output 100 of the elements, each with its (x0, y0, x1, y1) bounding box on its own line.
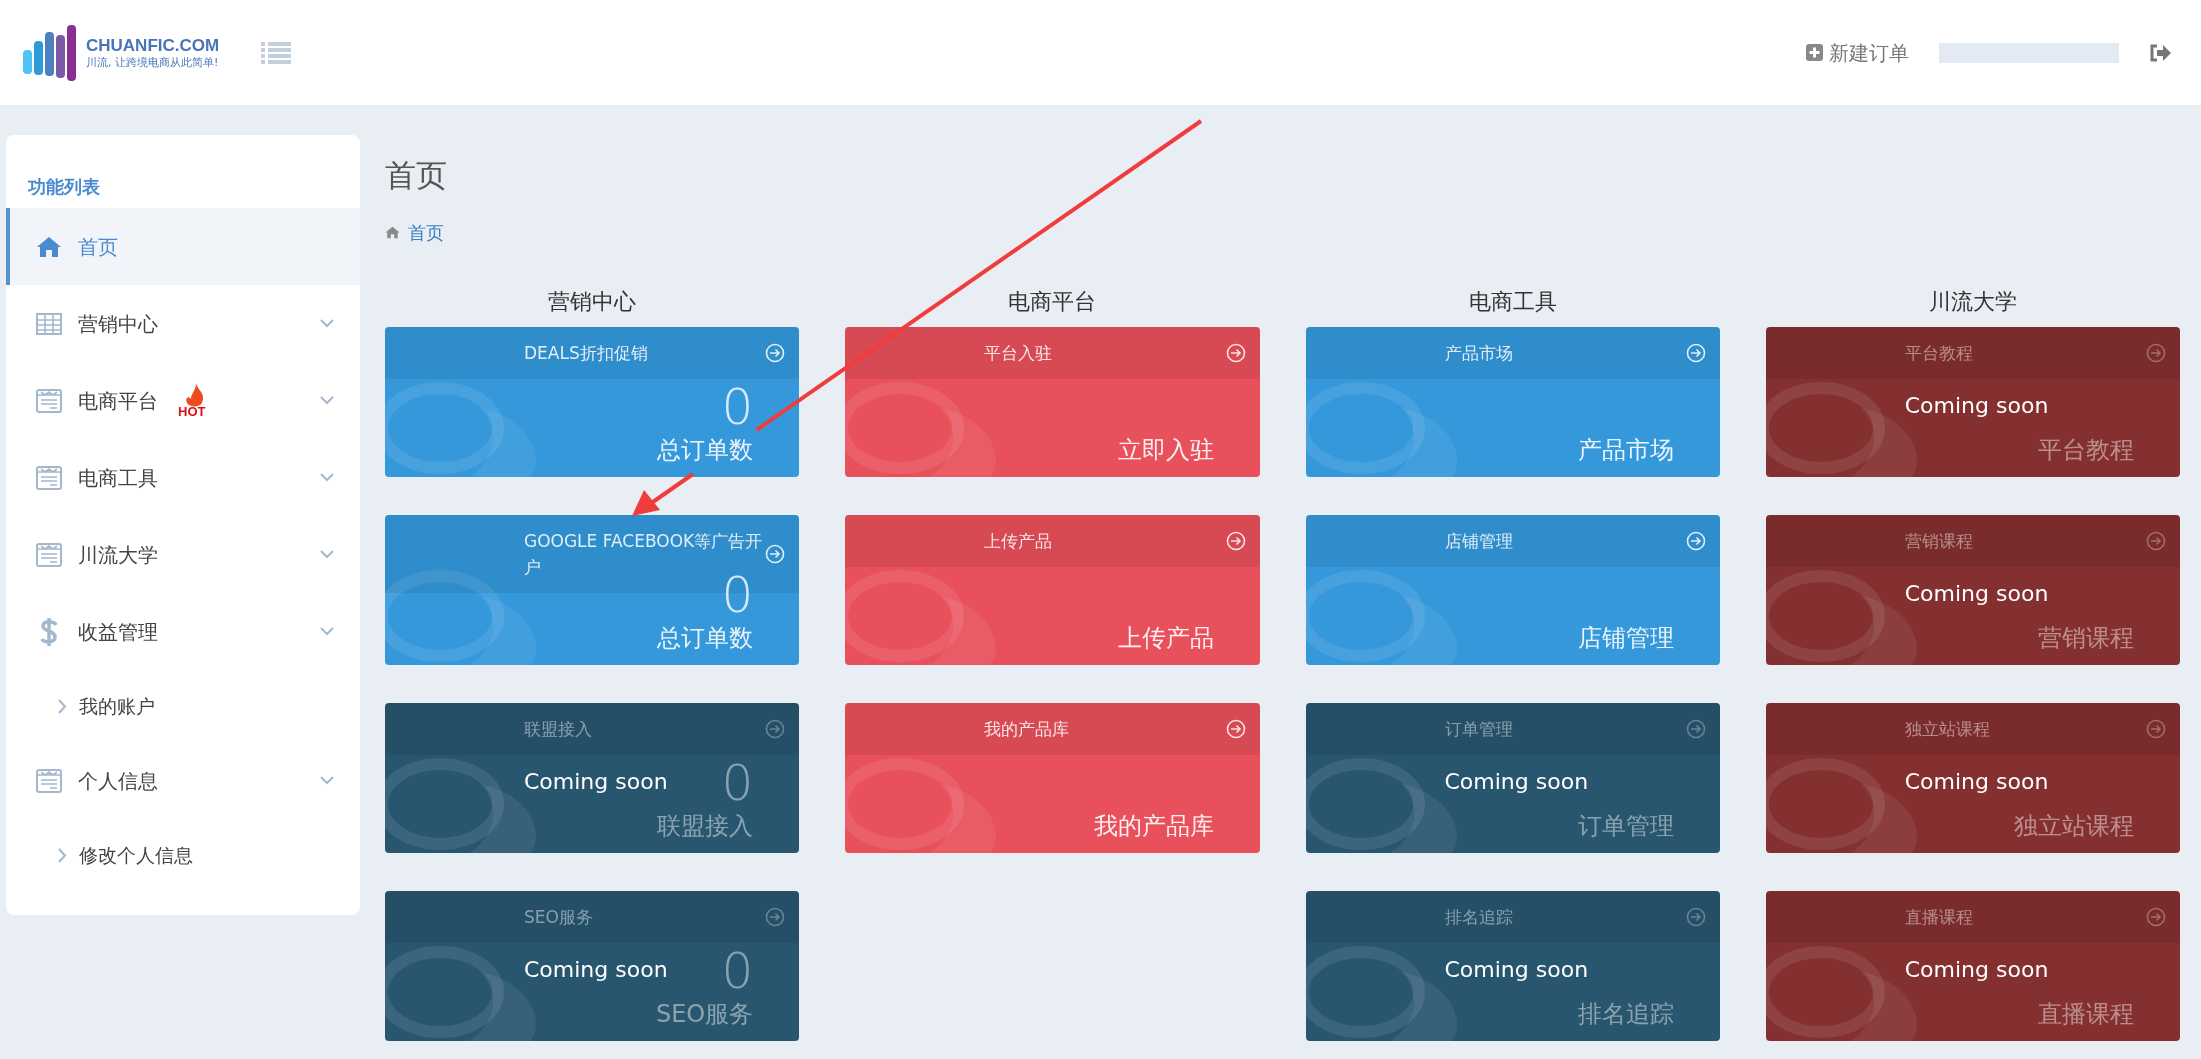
plus-square-icon (1806, 44, 1823, 61)
dashboard-card[interactable]: 订单管理 Coming soon 订单管理 (1305, 703, 1720, 853)
card-title: 平台入驻 (984, 342, 1054, 365)
card-title: 上传产品 (984, 530, 1054, 553)
breadcrumb-link[interactable]: 首页 (408, 219, 444, 246)
list-window-icon (36, 542, 62, 567)
arrow-circle-icon[interactable] (1685, 719, 1706, 739)
logo-slogan: 川流, 让跨境电商从此简单! (86, 55, 220, 70)
card-count: 0 (721, 569, 754, 621)
sidebar-item[interactable]: 电商工具 (6, 439, 360, 516)
coming-soon-text: Coming soon (1444, 956, 1589, 984)
dashboard-card[interactable]: 排名追踪 Coming soon 排名追踪 (1305, 891, 1720, 1041)
coming-soon-text: Coming soon (524, 768, 668, 796)
dashboard-card[interactable]: 平台教程 Coming soon 平台教程 (1765, 327, 2180, 477)
card-label: 立即入驻 (1117, 435, 1214, 466)
column-heading: 电商平台 (1007, 288, 1098, 316)
card-label: 总订单数 (657, 435, 754, 466)
card-title: 联盟接入 (524, 718, 593, 741)
sidebar-item-label: 个人信息 (78, 767, 158, 795)
sidebar-subitem-label: 修改个人信息 (79, 842, 193, 868)
logout-icon[interactable] (2149, 43, 2171, 62)
arrow-circle-icon[interactable] (1685, 343, 1706, 363)
card-label: 平台教程 (2038, 435, 2134, 466)
card-label: 产品市场 (1577, 435, 1674, 466)
arrow-circle-icon[interactable] (765, 719, 786, 739)
page-title: 首页 (385, 156, 448, 195)
column-heading: 营销中心 (547, 288, 638, 316)
arrow-circle-icon[interactable] (1685, 907, 1706, 927)
arrow-circle-icon[interactable] (1225, 531, 1246, 551)
card-count: 0 (721, 757, 754, 809)
dashboard-card[interactable]: SEO服务 Coming soon 0 SEO服务 (385, 891, 800, 1041)
sidebar-item[interactable]: 收益管理 (6, 593, 360, 670)
home-icon (385, 226, 400, 239)
list-window-icon (36, 388, 62, 413)
card-label: 直播课程 (2038, 999, 2134, 1030)
card-title: 独立站课程 (1904, 718, 1991, 741)
dashboard-card[interactable]: 平台入驻 立即入驻 (845, 327, 1260, 477)
column-heading: 电商工具 (1467, 288, 1558, 316)
sidebar-subitem[interactable]: 我的账户 (6, 670, 360, 742)
list-window-icon (36, 768, 62, 793)
card-title: DEALS折扣促销 (524, 342, 649, 365)
sidebar-item-label: 首页 (78, 233, 118, 261)
chevron-right-icon (58, 847, 67, 863)
card-title: 直播课程 (1904, 906, 1974, 929)
card-label: 店铺管理 (1577, 623, 1674, 654)
list-window-icon (36, 465, 62, 490)
home-icon (36, 235, 62, 258)
menu-icon[interactable] (261, 40, 292, 65)
sidebar-item-label: 营销中心 (78, 310, 158, 338)
card-label: 独立站课程 (2014, 811, 2134, 842)
coming-soon-text: Coming soon (1904, 580, 2049, 608)
arrow-circle-icon[interactable] (765, 907, 786, 927)
coming-soon-text: Coming soon (1444, 768, 1589, 796)
card-title: 我的产品库 (984, 718, 1071, 741)
card-label: 联盟接入 (657, 811, 754, 842)
arrow-circle-icon[interactable] (1225, 719, 1246, 739)
coming-soon-text: Coming soon (1904, 392, 2049, 420)
chevron-right-icon (58, 698, 67, 714)
arrow-circle-icon[interactable] (2146, 531, 2166, 551)
dashboard-card[interactable]: 独立站课程 Coming soon 独立站课程 (1765, 703, 2180, 853)
card-title: 平台教程 (1904, 342, 1974, 365)
dashboard-card[interactable]: 营销课程 Coming soon 营销课程 (1765, 515, 2180, 665)
sidebar-item[interactable]: 营销中心 (6, 285, 360, 362)
arrow-circle-icon[interactable] (765, 343, 786, 363)
hot-label: HOT (178, 404, 206, 419)
sidebar-title: 功能列表 (27, 175, 101, 199)
card-title: 营销课程 (1904, 530, 1974, 553)
card-label: 我的产品库 (1093, 811, 1214, 842)
sidebar-subitem-label: 我的账户 (79, 693, 155, 719)
card-count: 0 (721, 945, 754, 997)
sidebar-item-label: 川流大学 (78, 541, 158, 569)
card-label: SEO服务 (655, 999, 754, 1030)
arrow-circle-icon[interactable] (2146, 907, 2166, 927)
card-title: 产品市场 (1444, 342, 1514, 365)
arrow-circle-icon[interactable] (2146, 719, 2166, 739)
sidebar-item-label: 电商平台 (78, 387, 158, 415)
card-label: 订单管理 (1577, 811, 1674, 842)
arrow-circle-icon[interactable] (1685, 531, 1706, 551)
sidebar-item-label: 电商工具 (78, 464, 158, 492)
new-order-button[interactable]: 新建订单 (1806, 37, 1909, 68)
card-title: 店铺管理 (1444, 530, 1514, 553)
arrow-circle-icon[interactable] (2146, 343, 2166, 363)
dashboard-card[interactable]: 直播课程 Coming soon 直播课程 (1765, 891, 2180, 1041)
sidebar-item[interactable]: 川流大学 (6, 516, 360, 593)
arrow-circle-icon[interactable] (1225, 343, 1246, 363)
sidebar-item[interactable]: 电商平台 HOT (6, 362, 360, 439)
card-label: 营销课程 (2038, 623, 2134, 654)
arrow-circle-icon[interactable] (765, 544, 786, 564)
coming-soon-text: Coming soon (1904, 956, 2049, 984)
sidebar-item[interactable]: 个人信息 (6, 742, 360, 819)
dollar-icon (40, 616, 58, 647)
coming-soon-text: Coming soon (524, 956, 668, 984)
card-title: SEO服务 (524, 906, 594, 929)
logo-wordmark: CHUANFIC.COM (86, 35, 220, 56)
sidebar-subitem[interactable]: 修改个人信息 (6, 819, 360, 891)
card-title: 订单管理 (1444, 718, 1514, 741)
dashboard-card[interactable]: 联盟接入 Coming soon 0 联盟接入 (385, 703, 800, 853)
column-heading: 川流大学 (1927, 288, 2018, 316)
card-label: 排名追踪 (1577, 999, 1674, 1030)
card-title: 排名追踪 (1444, 906, 1514, 929)
